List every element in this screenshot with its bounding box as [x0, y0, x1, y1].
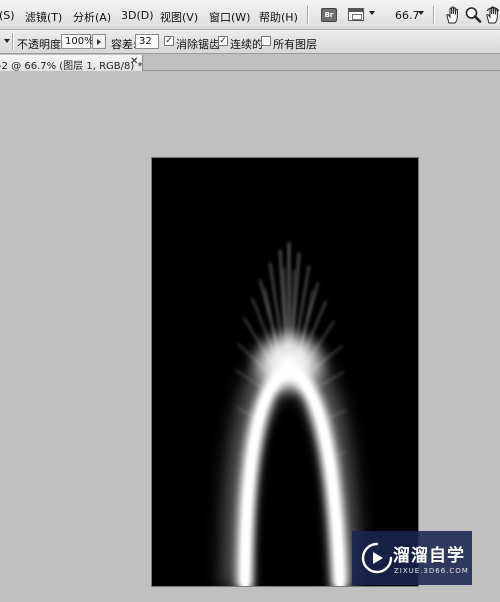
all-layers-checkbox[interactable]: [261, 36, 271, 46]
menu-help[interactable]: 帮助(H): [259, 9, 298, 25]
contiguous-checkbox[interactable]: ✓: [218, 36, 228, 46]
mode-dropdown-icon[interactable]: [4, 39, 10, 43]
watermark-title: 溜溜自学: [393, 546, 465, 566]
document-tab[interactable]: -2 @ 66.7% (图层 1, RGB/8) * ✕: [0, 55, 143, 72]
menubar-divider: [307, 6, 308, 24]
play-logo-icon: [361, 542, 393, 574]
menu-bar: (S) 滤镜(T) 分析(A) 3D(D) 视图(V) 窗口(W) 帮助(H) …: [0, 0, 500, 30]
all-layers-label: 所有图层: [273, 38, 317, 51]
tolerance-label: 容差:: [111, 38, 137, 51]
rotate-view-tool-icon[interactable]: [484, 5, 500, 25]
screen-mode-dropdown-icon[interactable]: [369, 11, 375, 15]
opacity-input[interactable]: 100%: [61, 34, 94, 49]
opacity-slider-button[interactable]: [92, 34, 106, 49]
close-icon[interactable]: ✕: [130, 56, 138, 67]
anti-alias-label: 消除锯齿: [176, 38, 220, 51]
opacity-label: 不透明度:: [17, 38, 65, 51]
zoom-tool-icon[interactable]: [464, 5, 482, 25]
document-tab-bar: -2 @ 66.7% (图层 1, RGB/8) * ✕: [0, 55, 500, 72]
zoom-dropdown-icon[interactable]: [418, 11, 424, 15]
watermark-badge: 溜溜自学 ZIXUE.3D66.COM: [352, 531, 472, 585]
zoom-level-field[interactable]: 66.7: [395, 9, 420, 22]
canvas-artwork: [223, 242, 359, 586]
menu-window[interactable]: 窗口(W): [209, 9, 250, 25]
document-canvas[interactable]: [151, 157, 419, 587]
document-tab-title: -2 @ 66.7% (图层 1, RGB/8) *: [0, 61, 143, 72]
screen-mode-button[interactable]: [348, 8, 364, 21]
menu-select[interactable]: (S): [0, 9, 15, 22]
menu-3d[interactable]: 3D(D): [121, 9, 154, 22]
menu-filter[interactable]: 滤镜(T): [25, 9, 62, 25]
contiguous-label: 连续的: [230, 38, 263, 51]
menu-view[interactable]: 视图(V): [160, 9, 198, 25]
hand-tool-icon[interactable]: [444, 5, 462, 25]
menubar-divider: [433, 6, 434, 24]
menu-analysis[interactable]: 分析(A): [73, 9, 111, 25]
anti-alias-checkbox[interactable]: ✓: [164, 36, 174, 46]
watermark-subtitle: ZIXUE.3D66.COM: [394, 567, 469, 575]
tool-options-bar: 不透明度: 100% 容差: 32 ✓ 消除锯齿 ✓ 连续的 所有图层: [0, 30, 500, 54]
bridge-button[interactable]: Br: [321, 8, 337, 22]
tolerance-input[interactable]: 32: [135, 34, 159, 49]
options-divider: [12, 33, 13, 50]
